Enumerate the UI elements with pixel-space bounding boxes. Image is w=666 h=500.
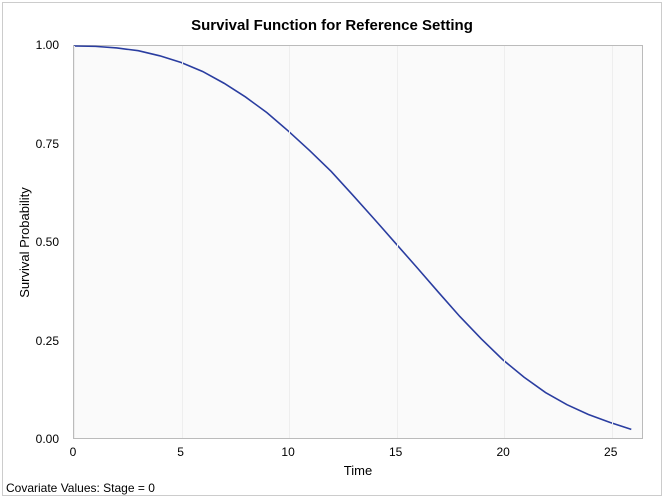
y-tick-label: 0.75 <box>19 137 59 151</box>
y-tick-label: 0.00 <box>19 432 59 446</box>
chart-footnote: Covariate Values: Stage = 0 <box>6 481 155 495</box>
x-tick-label: 20 <box>497 445 510 459</box>
gridline <box>397 46 398 438</box>
gridline <box>74 46 75 438</box>
x-axis-label: Time <box>73 463 643 478</box>
survival-curve <box>74 46 642 438</box>
x-tick-label: 0 <box>70 445 77 459</box>
gridline <box>612 46 613 438</box>
y-tick-label: 0.50 <box>19 235 59 249</box>
y-tick-label: 0.25 <box>19 334 59 348</box>
gridline <box>504 46 505 438</box>
gridline <box>182 46 183 438</box>
x-tick-label: 10 <box>281 445 294 459</box>
chart-frame: Survival Function for Reference Setting … <box>2 2 662 496</box>
gridline <box>289 46 290 438</box>
x-tick-label: 5 <box>177 445 184 459</box>
x-tick-label: 25 <box>604 445 617 459</box>
plot-area <box>73 45 643 439</box>
y-tick-label: 1.00 <box>19 38 59 52</box>
x-tick-label: 15 <box>389 445 402 459</box>
chart-title: Survival Function for Reference Setting <box>3 17 661 34</box>
